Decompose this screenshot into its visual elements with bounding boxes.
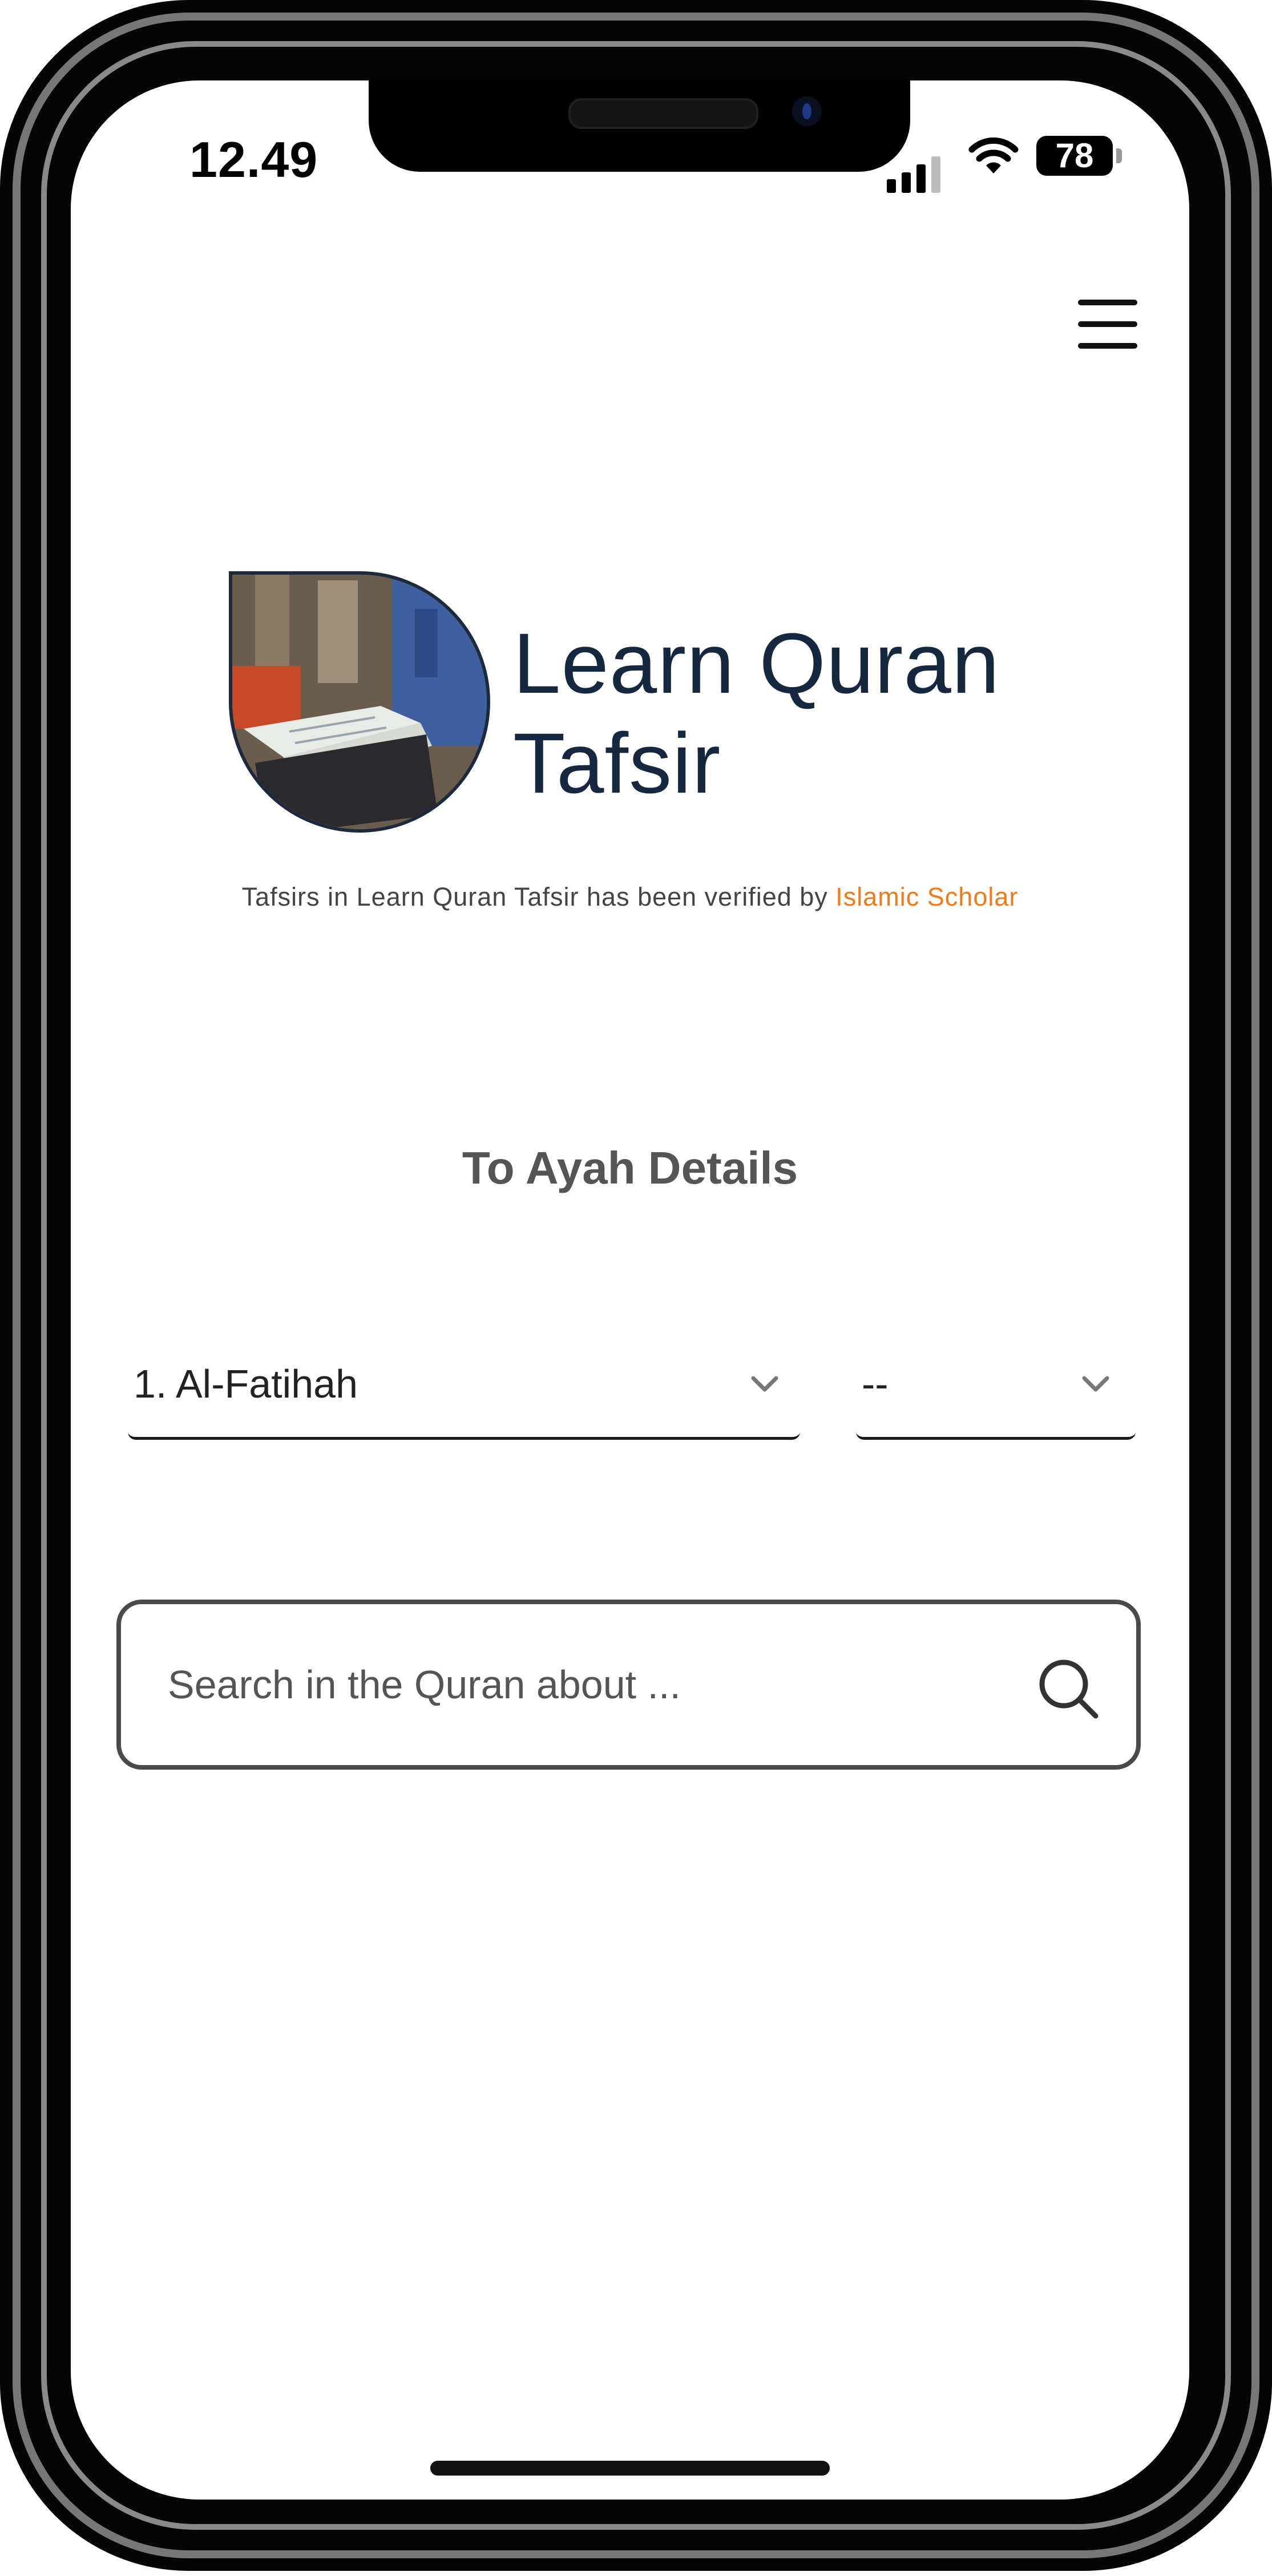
book-reader-illustration	[232, 575, 487, 829]
wifi-icon	[968, 137, 1019, 173]
notch	[369, 80, 910, 172]
status-indicators: 78	[887, 136, 1189, 193]
phone-frame: 12.49 78 Learn Quran Tafsir Tafsirs in L…	[0, 0, 1272, 2571]
battery-cap	[1116, 148, 1122, 163]
surah-select-value: 1. Al-Fatihah	[134, 1362, 358, 1406]
ayah-select-value: --	[862, 1362, 889, 1406]
islamic-scholar-link[interactable]: Islamic Scholar	[835, 882, 1018, 911]
ayah-select[interactable]: --	[856, 1331, 1136, 1440]
battery-icon: 78	[1036, 136, 1113, 176]
home-indicator[interactable]	[430, 2461, 830, 2476]
chevron-down-icon	[751, 1376, 778, 1392]
search-input[interactable]	[167, 1644, 968, 1725]
logo-image	[229, 571, 490, 833]
logo-title: Learn Quran	[513, 615, 1000, 711]
search-box[interactable]	[116, 1600, 1141, 1770]
logo-subtitle: Tafsir	[513, 715, 721, 811]
surah-select[interactable]: 1. Al-Fatihah	[128, 1331, 800, 1440]
verification-label: Tafsirs in Learn Quran Tafsir has been v…	[241, 882, 836, 911]
status-time: 12.49	[189, 131, 318, 188]
chevron-down-icon	[1082, 1376, 1109, 1392]
hamburger-menu-icon[interactable]	[1078, 300, 1141, 351]
search-icon[interactable]	[1034, 1654, 1103, 1723]
ayah-details-heading: To Ayah Details	[462, 1142, 798, 1193]
speaker-grille	[568, 98, 758, 129]
screen: 12.49 78 Learn Quran Tafsir Tafsirs in L…	[71, 80, 1189, 2500]
verification-text: Tafsirs in Learn Quran Tafsir has been v…	[71, 882, 1189, 912]
front-camera-icon	[792, 96, 822, 126]
